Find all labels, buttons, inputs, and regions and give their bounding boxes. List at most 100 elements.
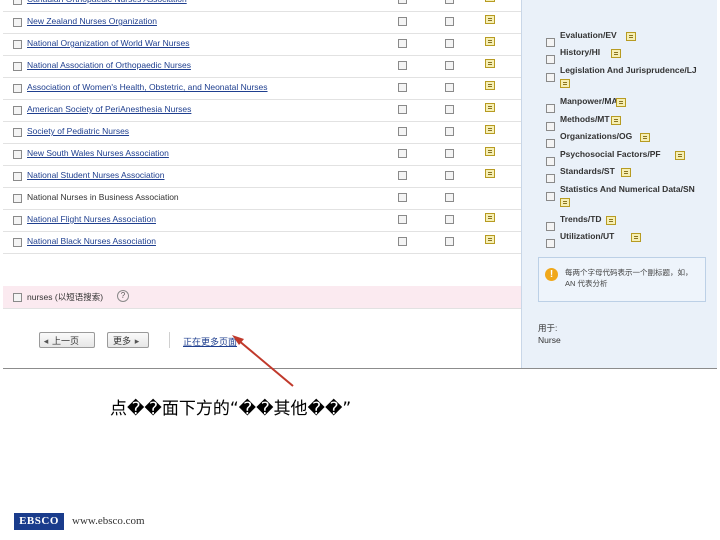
major-concept-checkbox[interactable] <box>445 83 454 92</box>
subheading-checkbox[interactable] <box>546 122 555 131</box>
explode-checkbox[interactable] <box>398 149 407 158</box>
organization-link[interactable]: National Flight Nurses Association <box>27 214 156 224</box>
warning-icon: ! <box>545 268 558 281</box>
help-icon[interactable]: ? <box>117 290 129 302</box>
row-select-checkbox[interactable] <box>13 62 22 71</box>
row-select-checkbox[interactable] <box>13 84 22 93</box>
browser-screenshot: Canadian Orthopaedic Nurses Association N… <box>3 0 717 369</box>
explode-checkbox[interactable] <box>398 215 407 224</box>
scope-note-icon[interactable] <box>560 79 570 88</box>
major-concept-checkbox[interactable] <box>445 127 454 136</box>
row-select-checkbox[interactable] <box>13 216 22 225</box>
major-concept-checkbox[interactable] <box>445 171 454 180</box>
subheading-checkbox[interactable] <box>546 239 555 248</box>
row-select-checkbox[interactable] <box>13 194 22 203</box>
major-concept-checkbox[interactable] <box>445 215 454 224</box>
subheading-label: Statistics And Numerical Data/SN <box>560 184 695 194</box>
scope-note-icon[interactable] <box>485 81 495 90</box>
major-concept-checkbox[interactable] <box>445 0 454 4</box>
organization-link[interactable]: New South Wales Nurses Association <box>27 148 169 158</box>
row-select-checkbox[interactable] <box>13 172 22 181</box>
scope-note-icon[interactable] <box>485 15 495 24</box>
subheading-checkbox[interactable] <box>546 174 555 183</box>
explode-checkbox[interactable] <box>398 127 407 136</box>
scope-note-icon[interactable] <box>485 0 495 2</box>
scope-note-icon[interactable] <box>620 168 631 177</box>
row-select-checkbox[interactable] <box>13 18 22 27</box>
scope-note-icon[interactable] <box>640 133 651 142</box>
row-select-checkbox[interactable] <box>13 106 22 115</box>
organization-link[interactable]: National Organization of World War Nurse… <box>27 38 190 48</box>
subheading-checkbox[interactable] <box>546 38 555 47</box>
row-select-checkbox[interactable] <box>13 0 22 5</box>
organization-link[interactable]: Association of Women's Health, Obstetric… <box>27 82 268 92</box>
organization-link[interactable]: American Society of PeriAnesthesia Nurse… <box>27 104 191 114</box>
more-pages-link[interactable]: 正在更多页面 <box>183 335 237 348</box>
explode-checkbox[interactable] <box>398 237 407 246</box>
prev-page-button[interactable]: ◂ 上一页 <box>39 332 95 348</box>
subheading-checkbox[interactable] <box>546 192 555 201</box>
table-row: National Black Nurses Association <box>3 231 521 254</box>
ebsco-logo: EBSCO <box>14 513 64 530</box>
major-concept-checkbox[interactable] <box>445 17 454 26</box>
row-select-checkbox[interactable] <box>13 150 22 159</box>
scope-note-icon[interactable] <box>606 216 617 225</box>
table-row: New Zealand Nurses Organization <box>3 11 521 34</box>
organization-link[interactable]: National Association of Orthopaedic Nurs… <box>27 60 191 70</box>
organization-link[interactable]: Society of Pediatric Nurses <box>27 126 129 136</box>
scope-note-icon[interactable] <box>560 198 570 207</box>
table-row: Association of Women's Health, Obstetric… <box>3 77 521 100</box>
subheading-checkbox[interactable] <box>546 222 555 231</box>
organization-link[interactable]: New Zealand Nurses Organization <box>27 16 157 26</box>
organization-link[interactable]: National Student Nurses Association <box>27 170 165 180</box>
scope-note-icon[interactable] <box>611 49 621 58</box>
explode-checkbox[interactable] <box>398 171 407 180</box>
scope-note-icon[interactable] <box>485 103 495 112</box>
explode-checkbox[interactable] <box>398 0 407 4</box>
table-row: American Society of PeriAnesthesia Nurse… <box>3 99 521 122</box>
major-concept-checkbox[interactable] <box>445 149 454 158</box>
subheading-checkbox[interactable] <box>546 73 555 82</box>
search-term-checkbox[interactable] <box>13 293 22 302</box>
explode-checkbox[interactable] <box>398 61 407 70</box>
divider <box>169 332 170 348</box>
scope-note-icon[interactable] <box>485 147 495 156</box>
scope-note-icon[interactable] <box>485 169 495 178</box>
explode-checkbox[interactable] <box>398 105 407 114</box>
major-concept-checkbox[interactable] <box>445 61 454 70</box>
organizations-list: Canadian Orthopaedic Nurses Association N… <box>3 0 521 368</box>
scope-note-icon[interactable] <box>625 32 636 41</box>
table-row: National Nurses in Business Association <box>3 187 521 210</box>
scope-note-icon[interactable] <box>485 235 495 244</box>
next-page-button[interactable]: 更多 ▸ <box>107 332 149 348</box>
organization-link[interactable]: Canadian Orthopaedic Nurses Association <box>27 0 187 4</box>
row-select-checkbox[interactable] <box>13 128 22 137</box>
subheading-checkbox[interactable] <box>546 157 555 166</box>
organization-link[interactable]: National Black Nurses Association <box>27 236 156 246</box>
subheading-checkbox[interactable] <box>546 139 555 148</box>
major-concept-checkbox[interactable] <box>445 39 454 48</box>
scope-note-icon[interactable] <box>485 37 495 46</box>
scope-note-icon[interactable] <box>485 59 495 68</box>
scope-note-icon[interactable] <box>615 98 626 107</box>
explode-checkbox[interactable] <box>398 83 407 92</box>
subheading-checkbox[interactable] <box>546 104 555 113</box>
scope-note-icon[interactable] <box>674 151 685 160</box>
subheading-checkbox[interactable] <box>546 55 555 64</box>
scope-note-icon[interactable] <box>611 116 621 125</box>
scope-note-icon[interactable] <box>630 233 641 242</box>
row-select-checkbox[interactable] <box>13 40 22 49</box>
scope-note-icon[interactable] <box>485 213 495 222</box>
major-concept-checkbox[interactable] <box>445 237 454 246</box>
major-concept-checkbox[interactable] <box>445 105 454 114</box>
search-term-row: nurses (以短语搜索) ? <box>3 286 521 309</box>
major-concept-checkbox[interactable] <box>445 193 454 202</box>
explode-checkbox[interactable] <box>398 17 407 26</box>
subheading-label: Legislation And Jurisprudence/LJ <box>560 65 697 75</box>
explode-checkbox[interactable] <box>398 193 407 202</box>
row-select-checkbox[interactable] <box>13 238 22 247</box>
scope-note-icon[interactable] <box>485 125 495 134</box>
organization-link[interactable]: National Nurses in Business Association <box>27 192 179 202</box>
search-term-label: nurses (以短语搜索) <box>27 292 104 302</box>
explode-checkbox[interactable] <box>398 39 407 48</box>
